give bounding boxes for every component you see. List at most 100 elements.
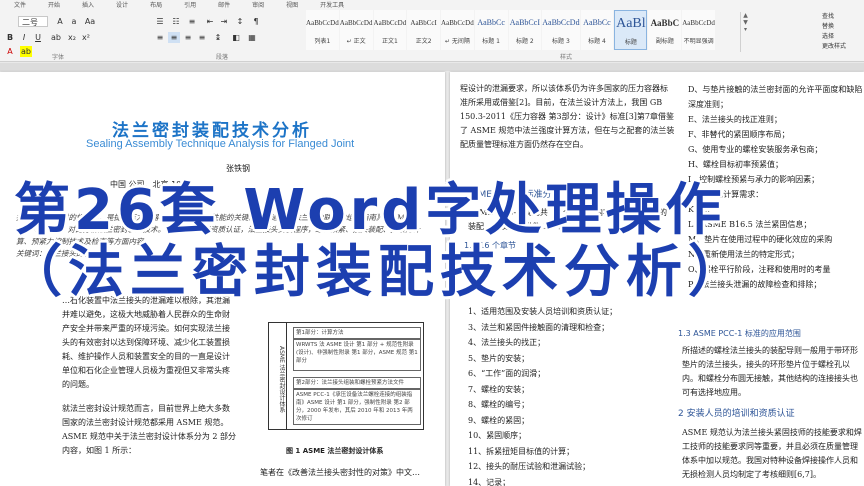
style-name: 副标题 <box>655 38 674 45</box>
subheading-1-3: 1.3 ASME PCC-1 标准的应用范围 <box>678 329 801 338</box>
chapter-list-item: 10、紧固顺序； <box>468 431 527 440</box>
figure-row-2-title: 第2部分：法兰接头组装和螺栓预紧方法文件 <box>293 377 421 389</box>
show-marks-icon[interactable]: ¶ <box>250 16 262 27</box>
style-sample: AaBbCcI <box>509 18 540 27</box>
style-option[interactable]: AaBbCcDd 正文1 <box>373 10 407 50</box>
chapter-list-item: 11、拆紧扭矩目标值的计算； <box>468 446 575 456</box>
align-right-icon[interactable]: ≡ <box>182 32 194 43</box>
ribbon: 文件 开始 插入 设计 布局 引用 邮件 审阅 视图 开发工具 二号 A a Aa B I U a… <box>0 0 864 62</box>
ribbon-tab[interactable]: 审阅 <box>252 0 264 9</box>
heading-2-paragraph: ASME 规范认为法兰接头紧固技师的技能要求和焊工技师的技能要求同等重要，并且必… <box>682 428 862 479</box>
style-option[interactable]: AaBbCcDd 标题 3 <box>542 10 580 50</box>
highlight-icon[interactable]: ab <box>20 46 32 57</box>
ribbon-tab[interactable]: 布局 <box>150 0 162 9</box>
strikethrough-icon[interactable]: ab <box>50 32 62 43</box>
editing-command[interactable]: 查找 <box>822 12 864 22</box>
chapter-list: 1、适用范围及安装人员培训和资质认证； 3、法兰和紧固件接触面的清理和检查； 4、法… <box>468 304 668 486</box>
style-option[interactable]: AaBbCc 标题 4 <box>580 10 614 50</box>
ribbon-tab[interactable]: 开发工具 <box>320 0 344 9</box>
paragraph-group: ☰ ☷ ≡ ⇤ ⇥ ↕ ¶ ≡ ≡ ≡ ≡ ↨ ◧ ▦ <box>150 10 300 50</box>
ribbon-tab[interactable]: 引用 <box>184 0 196 9</box>
editing-command[interactable]: 替换 <box>822 22 864 32</box>
ribbon-tab[interactable]: 文件 <box>14 0 26 9</box>
styles-gallery-scroll[interactable]: ▲ ▼ ▾ <box>740 12 750 52</box>
multilevel-list-icon[interactable]: ≡ <box>186 16 198 27</box>
style-option[interactable]: AaBbC 副标题 <box>648 10 682 50</box>
style-sample: AaBbCcDd <box>441 19 474 27</box>
appendix-list-item: D、与垫片接触的法兰密封面的允许平面度和缺陷深度准则； <box>688 85 863 109</box>
style-option[interactable]: AaBbCc 标题 1 <box>474 10 508 50</box>
heading-2: 2 安装人员的培训和资质认证 <box>678 409 795 419</box>
styles-gallery: AaBbCcDd 列表1 AaBbCcDd ↵ 正文 AaBbCcDd 正文1 AaBbCc… <box>306 10 716 52</box>
style-name: 标题 <box>624 39 637 46</box>
chapter-list-item: 12、接头的耐压试验和泄漏试验； <box>468 462 591 471</box>
italic-icon[interactable]: I <box>18 32 30 43</box>
shading-icon[interactable]: ◧ <box>230 32 242 43</box>
font-size-box[interactable]: 二号 <box>18 16 48 27</box>
subscript-icon[interactable]: x₂ <box>66 32 78 43</box>
editing-command[interactable]: 更改样式 <box>822 42 864 52</box>
align-left-icon[interactable]: ≡ <box>154 32 166 43</box>
figure-side-label: ASME 法兰密封设计体系 <box>269 323 287 429</box>
chapter-list-item: 6、“工作”面的润滑； <box>468 369 546 378</box>
sort-icon[interactable]: ↕ <box>234 16 246 27</box>
grow-font-icon[interactable]: A <box>54 16 66 27</box>
style-name: ↵ 正文 <box>346 38 366 45</box>
style-sample: AaBbCcI <box>410 19 437 27</box>
paragraph-group-label: 段落 <box>216 54 229 61</box>
style-option[interactable]: AaBbCcDd ↵ 无间隔 <box>441 10 474 50</box>
style-option[interactable]: AaBbCcDd 列表1 <box>306 10 339 50</box>
superscript-icon[interactable]: x² <box>80 32 92 43</box>
style-sample: AaBbCcDd <box>306 19 339 27</box>
style-name: 正文1 <box>381 38 398 45</box>
ribbon-tabs: 文件 开始 插入 设计 布局 引用 邮件 审阅 视图 开发工具 <box>0 0 864 9</box>
horizontal-ruler[interactable] <box>0 63 864 71</box>
font-group-label: 字体 <box>52 54 65 61</box>
chapter-list-item: 9、螺栓的紧固； <box>468 415 530 425</box>
justify-icon[interactable]: ≡ <box>196 32 208 43</box>
font-group: 二号 A a Aa B I U ab x₂ x² A ab <box>0 10 150 60</box>
style-option[interactable]: AaBbCcI 标题 2 <box>508 10 542 50</box>
chapter-list-item: 3、法兰和紧固件接触面的清理和检查； <box>468 322 610 332</box>
style-sample: AaBbCcDd <box>373 19 407 27</box>
style-name: 标题 3 <box>552 38 570 45</box>
ribbon-tab[interactable]: 开始 <box>48 0 60 9</box>
editing-group: 查找 替换 选择 更改样式 <box>822 12 864 52</box>
style-name: 标题 4 <box>588 38 606 45</box>
style-sample: AaBbCcDd <box>682 19 715 27</box>
ribbon-tab[interactable]: 邮件 <box>218 0 230 9</box>
style-name: 不明显强调 <box>683 38 714 45</box>
decrease-indent-icon[interactable]: ⇤ <box>204 16 216 27</box>
underline-icon[interactable]: U <box>32 32 44 43</box>
style-option[interactable]: AaBbCcDd 不明显强调 <box>682 10 715 50</box>
shrink-font-icon[interactable]: a <box>68 16 80 27</box>
bullets-icon[interactable]: ☰ <box>154 16 166 27</box>
ribbon-tab[interactable]: 视图 <box>286 0 298 9</box>
style-sample: AaBbCc <box>477 18 505 27</box>
align-center-icon[interactable]: ≡ <box>168 32 180 43</box>
ribbon-tab[interactable]: 插入 <box>82 0 94 9</box>
style-sample: AaBbCc <box>583 18 611 27</box>
document-title-english: Sealing Assembly Technique Analysis for … <box>86 138 355 150</box>
style-option[interactable]: AaBl 标题 <box>614 10 648 50</box>
font-color-icon[interactable]: A <box>4 46 16 57</box>
style-sample: AaBbCcDd <box>339 19 373 27</box>
body-paragraph-3: 笔者在《改善法兰接头密封性的对策》中文… <box>260 468 420 477</box>
change-case-icon[interactable]: Aa <box>84 16 96 27</box>
numbering-icon[interactable]: ☷ <box>170 16 182 27</box>
appendix-list-item: F、非替代的紧固顺序布局； <box>688 130 790 139</box>
chapter-list-item: 14、记录； <box>468 477 511 486</box>
style-option[interactable]: AaBbCcI 正文2 <box>407 10 440 50</box>
banner-subtitle: （法兰密封装配技术分析） <box>6 240 750 305</box>
line-spacing-icon[interactable]: ↨ <box>212 32 224 43</box>
ribbon-tab[interactable]: 设计 <box>116 0 128 9</box>
editing-command[interactable]: 选择 <box>822 32 864 42</box>
increase-indent-icon[interactable]: ⇥ <box>218 16 230 27</box>
figure-caption: 图 1 ASME 法兰密封设计体系 <box>286 447 384 455</box>
style-option[interactable]: AaBbCcDd ↵ 正文 <box>339 10 373 50</box>
figure-1: ASME 法兰密封设计体系 第1部分：计算方法 WRWTS 法 ASME 设计 … <box>268 322 424 430</box>
borders-icon[interactable]: ▦ <box>246 32 258 43</box>
body-paragraph-1: …石化装置中法兰接头的泄漏难以根除，其泄漏并难以避免，这极大地威胁着人民群众的生… <box>62 296 230 389</box>
bold-icon[interactable]: B <box>4 32 16 43</box>
style-name: 标题 2 <box>516 38 534 45</box>
